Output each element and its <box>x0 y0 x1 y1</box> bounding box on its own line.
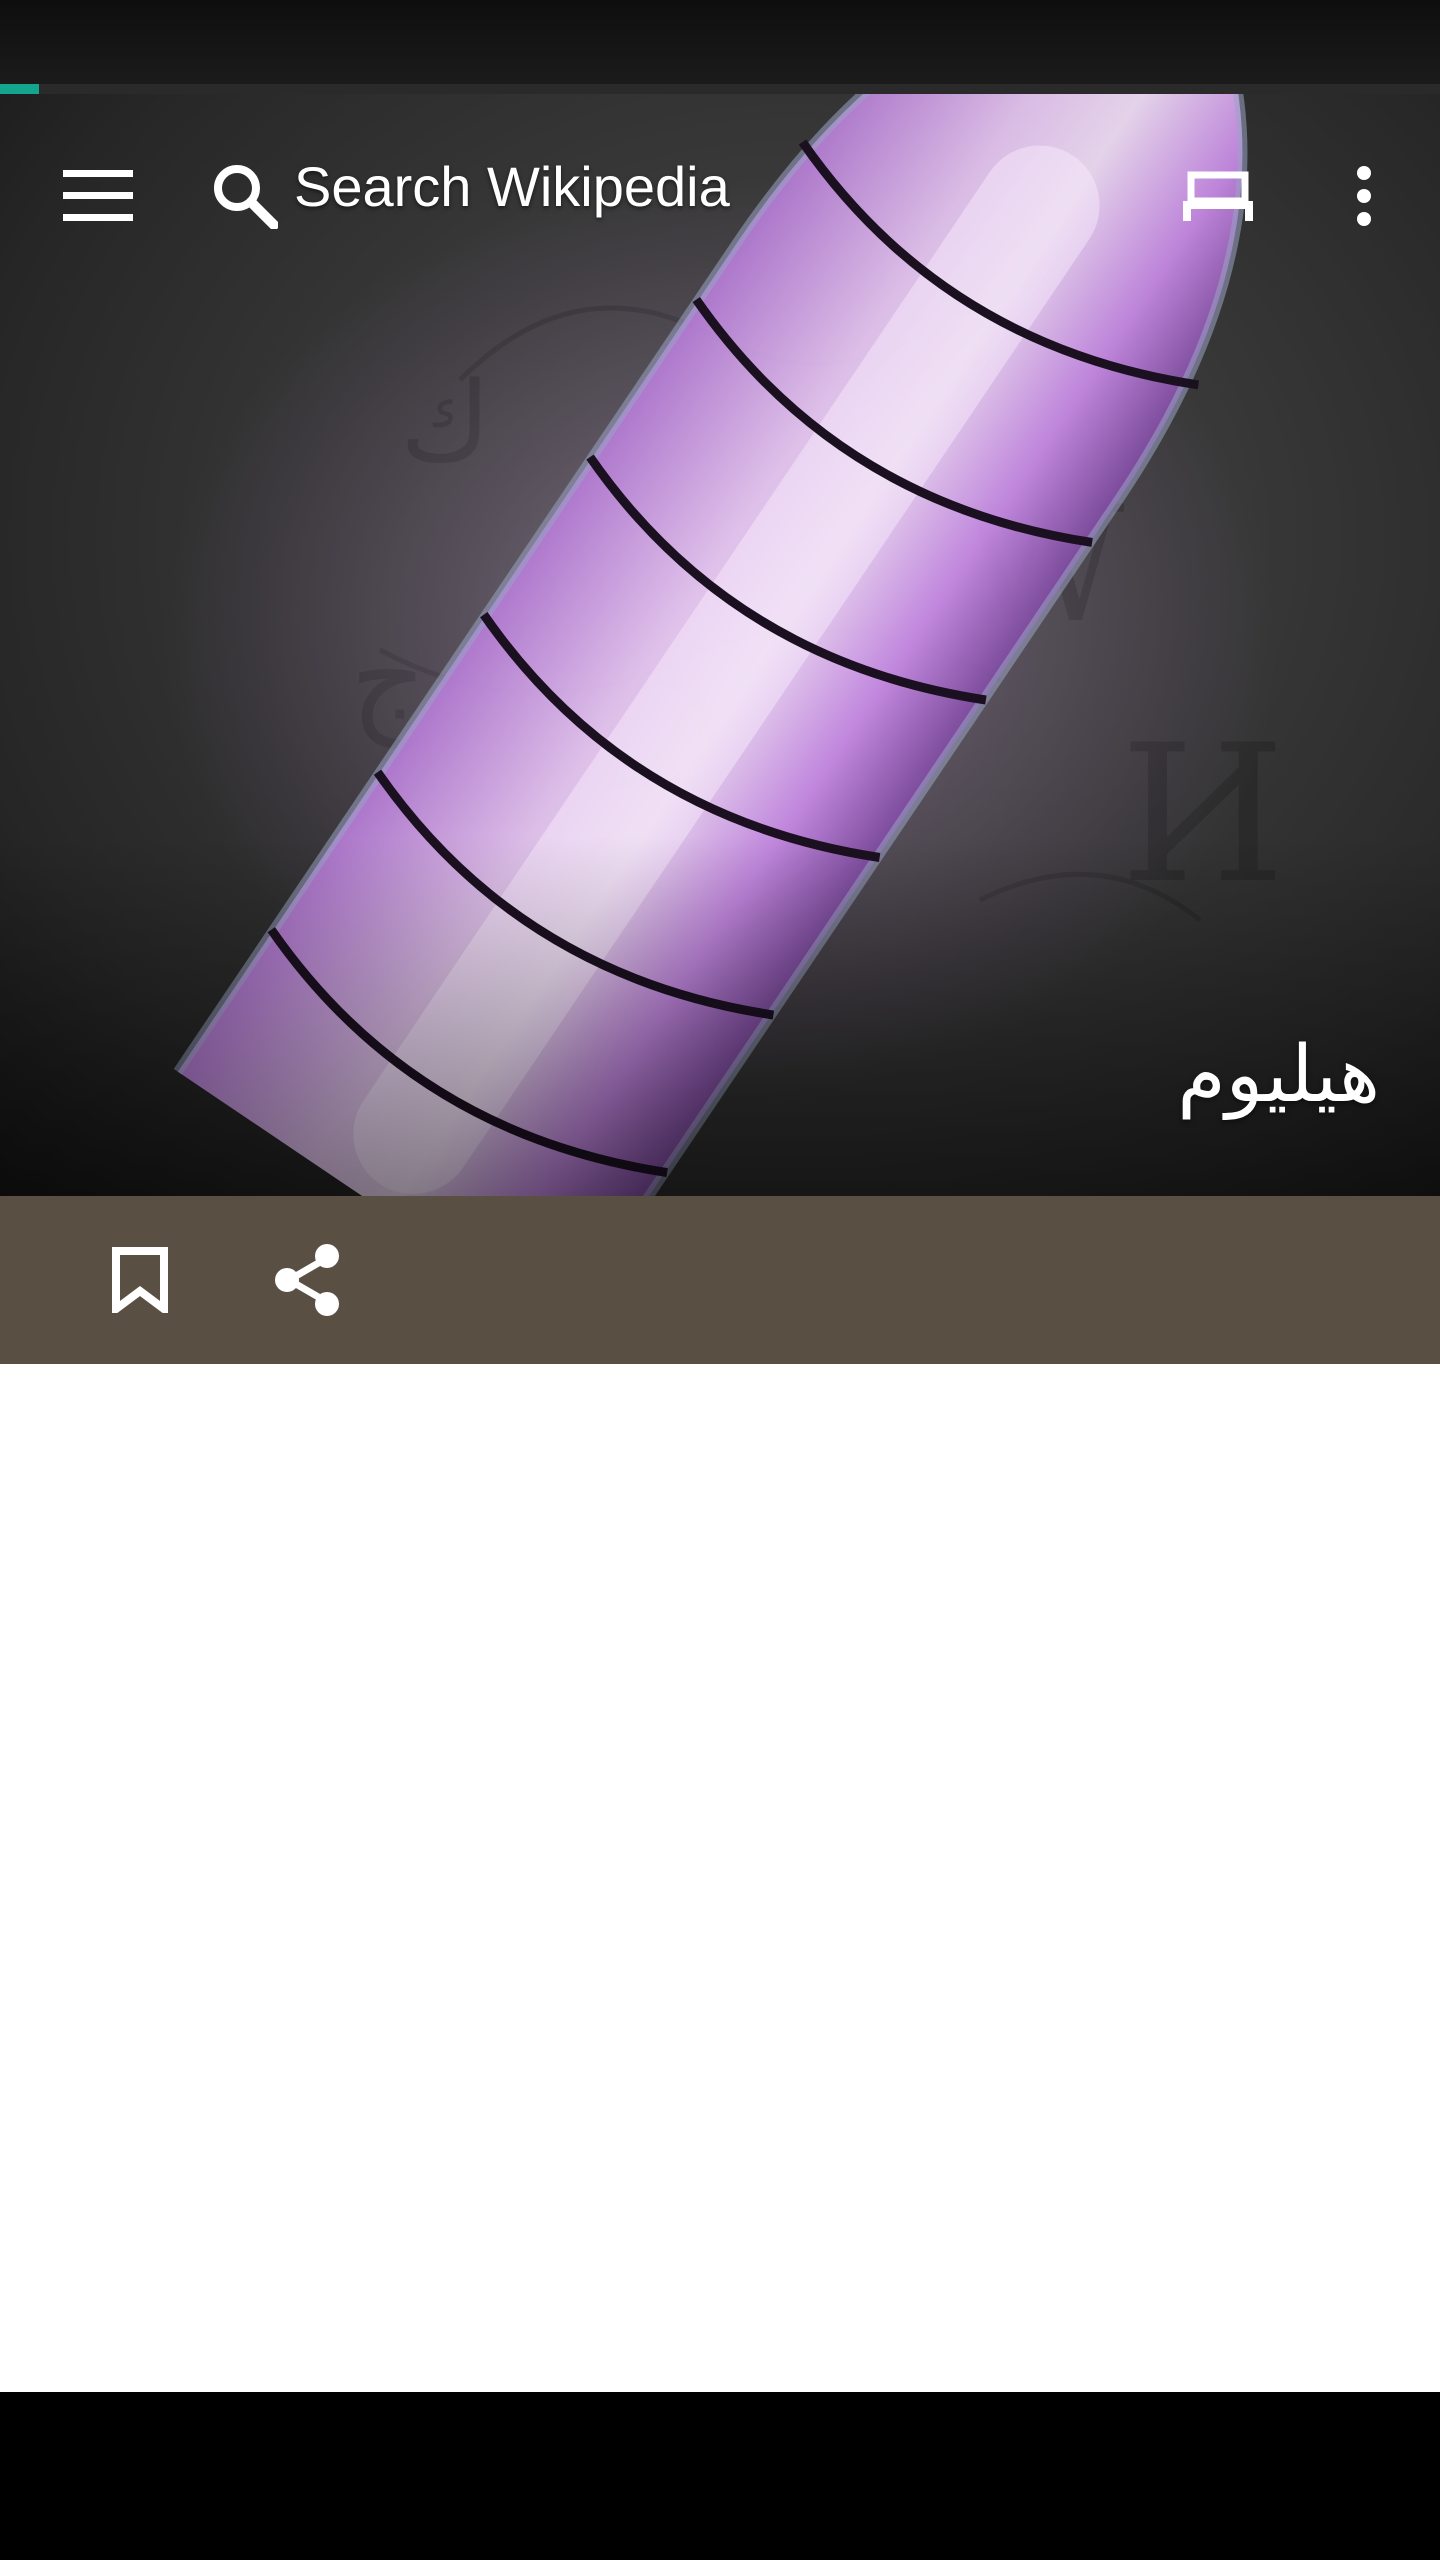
menu-button[interactable] <box>40 138 156 254</box>
article-action-bar <box>0 1196 1440 1364</box>
article-title: هيليوم <box>1177 1030 1380 1120</box>
save-button[interactable] <box>80 1222 200 1338</box>
status-bar <box>0 0 1440 84</box>
share-button[interactable] <box>248 1222 368 1338</box>
loading-progress-fill <box>0 84 39 94</box>
more-options-button[interactable] <box>1306 138 1422 254</box>
tabs-icon <box>1183 171 1253 221</box>
search-icon <box>214 165 278 229</box>
tabs-button[interactable] <box>1160 138 1276 254</box>
search-input[interactable]: Search Wikipedia <box>294 154 730 219</box>
lead-image-shade <box>0 836 1440 1196</box>
article-screen: И Ω W ج ك <box>0 0 1440 2560</box>
loading-progress-bar <box>0 84 1440 94</box>
toolbar: Search Wikipedia <box>0 94 1440 270</box>
system-navigation-bar <box>0 2392 1440 2560</box>
bookmark-icon <box>112 1247 168 1313</box>
share-icon <box>275 1244 339 1316</box>
search-button[interactable] <box>190 138 300 254</box>
article-content <box>0 1364 1440 2392</box>
hamburger-menu-icon <box>63 170 133 221</box>
more-vertical-icon <box>1357 166 1371 226</box>
